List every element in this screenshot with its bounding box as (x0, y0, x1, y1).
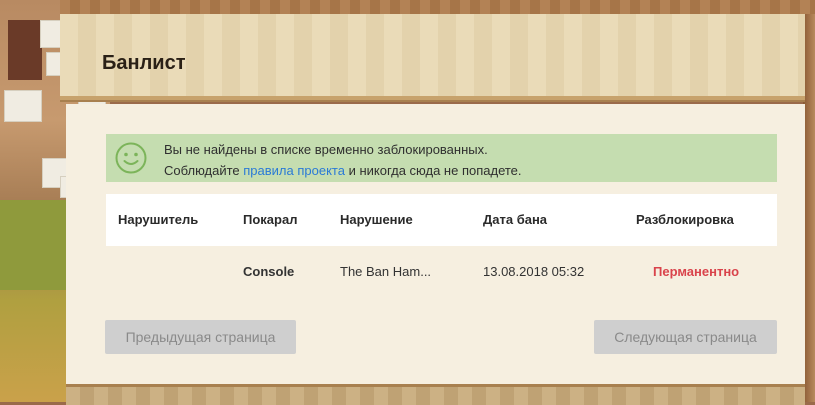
row-unban-status: Перманентно (653, 264, 740, 279)
header-unban: Разблокировка (636, 212, 734, 227)
foliage (0, 200, 70, 290)
header-violation: Нарушение (340, 212, 413, 227)
notice-message: Вы не найдены в списке временно заблокир… (164, 142, 488, 157)
project-rules-link[interactable]: правила проекта (243, 163, 345, 178)
next-page-button[interactable]: Следующая страница (594, 320, 777, 354)
page-title: Банлист (102, 52, 186, 74)
header-ban-date: Дата бана (483, 212, 548, 227)
status-notice: Вы не найдены в списке временно заблокир… (106, 134, 777, 182)
table-header: Нарушитель Покарал Нарушение Дата бана Р… (106, 194, 777, 246)
notice-rules-line: Соблюдайте правила проекта и никогда сюд… (164, 163, 522, 178)
smiley-icon (115, 142, 147, 174)
header-offender: Нарушитель (118, 212, 199, 227)
header-punisher: Покарал (243, 212, 298, 227)
top-wood-strip (60, 0, 815, 14)
row-punisher: Console (243, 264, 295, 279)
ban-table: Нарушитель Покарал Нарушение Дата бана Р… (106, 194, 777, 298)
header-panel: Банлист (60, 14, 805, 100)
row-violation: The Ban Ham... (340, 264, 432, 279)
table-row: Console The Ban Ham... 13.08.2018 05:32 … (106, 246, 777, 298)
previous-page-button[interactable]: Предыдущая страница (105, 320, 296, 354)
notice-text-after: и никогда сюда не попадете. (344, 163, 522, 178)
notice-text-before: Соблюдайте (164, 163, 244, 178)
character-figure (8, 20, 42, 80)
row-ban-date: 13.08.2018 05:32 (483, 264, 585, 279)
block (4, 90, 42, 122)
